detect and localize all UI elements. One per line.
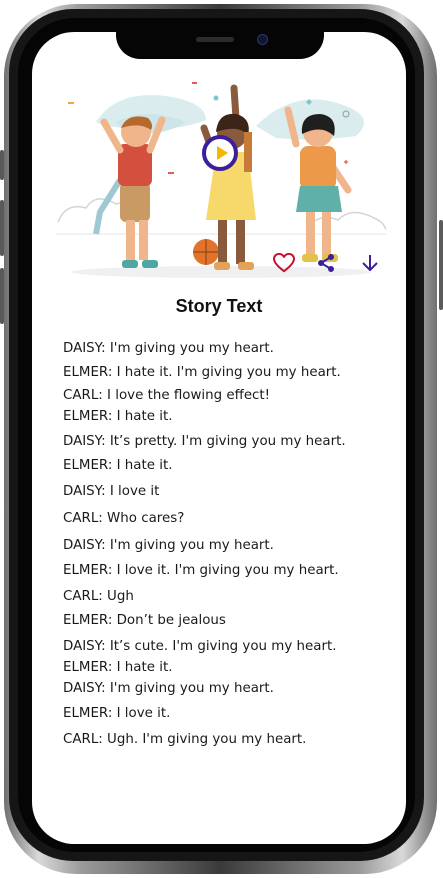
story-line: ELMER: I hate it. I'm giving you my hear… xyxy=(63,365,341,380)
story-line: DAISY: I love it xyxy=(63,484,160,499)
play-icon xyxy=(217,146,228,160)
story-line: CARL: I love the flowing effect! xyxy=(63,388,271,403)
story-line: DAISY: I'm giving you my heart. xyxy=(63,538,274,553)
speaker-grille xyxy=(196,37,234,42)
story-line: CARL: Ugh. I'm giving you my heart. xyxy=(63,732,307,747)
power-button xyxy=(439,220,443,310)
story-line: ELMER: I hate it. xyxy=(63,409,173,424)
story-title: Story Text xyxy=(175,296,263,316)
story-line: ELMER: I hate it. xyxy=(63,458,173,473)
download-button[interactable] xyxy=(357,250,383,276)
story-line: ELMER: I love it. I'm giving you my hear… xyxy=(63,563,339,578)
front-camera-icon xyxy=(257,34,268,45)
story-line: DAISY: I'm giving you my heart. xyxy=(63,341,274,356)
story-line: ELMER: I love it. xyxy=(63,706,171,721)
story-line: CARL: Who cares? xyxy=(63,511,185,526)
camera-notch xyxy=(116,25,324,59)
silent-switch xyxy=(0,150,4,180)
share-icon xyxy=(318,254,334,272)
screen: Story Text DAISY: I'm giving you my hear… xyxy=(32,32,406,844)
story-line: DAISY: It’s pretty. I'm giving you my he… xyxy=(63,434,346,449)
story-line: DAISY: It’s cute. I'm giving you my hear… xyxy=(63,639,337,654)
story-line: ELMER: I hate it. xyxy=(63,660,173,675)
volume-up-button xyxy=(0,200,4,256)
arrow-down-icon xyxy=(362,255,378,271)
story-line: DAISY: I'm giving you my heart. xyxy=(63,681,274,696)
story-line: ELMER: Don’t be jealous xyxy=(63,613,226,628)
volume-down-button xyxy=(0,268,4,324)
like-button[interactable] xyxy=(271,250,297,276)
heart-icon xyxy=(273,253,295,273)
share-button[interactable] xyxy=(313,250,339,276)
play-button[interactable] xyxy=(202,135,238,171)
story-line: CARL: Ugh xyxy=(63,589,134,604)
